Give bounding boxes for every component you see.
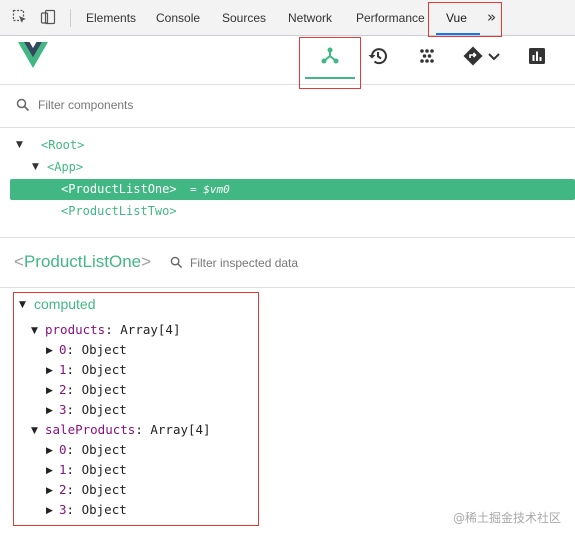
data-row-products[interactable]: products: Array[4] — [45, 320, 181, 340]
data-value: Object — [81, 362, 127, 377]
filter-components-input[interactable] — [38, 96, 338, 114]
data-key: products — [45, 322, 106, 337]
data-value: Object — [81, 342, 127, 357]
section-computed[interactable]: computed — [34, 296, 95, 312]
panel-divider — [0, 237, 575, 238]
data-value: Object — [81, 382, 127, 397]
router-icon[interactable] — [462, 45, 484, 67]
expand-item-arrow[interactable]: ▶ — [46, 506, 53, 516]
data-row-item[interactable]: 3: Object — [59, 500, 127, 520]
tab-performance[interactable]: Performance — [356, 11, 425, 25]
tab-console[interactable]: Console — [156, 11, 200, 25]
inspect-element-icon[interactable] — [12, 9, 28, 25]
vue-toolbar — [0, 37, 575, 85]
expand-item-arrow[interactable]: ▶ — [46, 346, 53, 356]
tree-node-root[interactable]: <Root> — [41, 135, 84, 156]
data-value: Object — [81, 502, 127, 517]
tab-elements[interactable]: Elements — [86, 11, 136, 25]
inspected-component-name: ProductListOne — [23, 252, 142, 271]
data-row-item[interactable]: 0: Object — [59, 340, 127, 360]
vue-logo-icon — [18, 42, 48, 68]
tab-network[interactable]: Network — [288, 11, 332, 25]
data-row-saleproducts[interactable]: saleProducts: Array[4] — [45, 420, 211, 440]
data-key: 2 — [59, 482, 67, 497]
watermark: @稀土掘金技术社区 — [452, 511, 561, 525]
vuex-icon[interactable] — [416, 45, 438, 67]
data-value: Object — [81, 442, 127, 457]
search-icon — [170, 256, 183, 269]
data-value: Array[4] — [150, 422, 211, 437]
data-row-item[interactable]: 2: Object — [59, 480, 127, 500]
data-row-item[interactable]: 1: Object — [59, 460, 127, 480]
device-toolbar-icon[interactable] — [40, 9, 56, 25]
expand-item-arrow[interactable]: ▶ — [46, 446, 53, 456]
data-key: 1 — [59, 462, 67, 477]
expand-item-arrow[interactable]: ▶ — [46, 466, 53, 476]
data-value: Object — [81, 402, 127, 417]
data-value: Object — [81, 482, 127, 497]
expand-app-arrow[interactable]: ▼ — [32, 162, 39, 172]
data-value: Object — [81, 462, 127, 477]
expand-item-arrow[interactable]: ▶ — [46, 486, 53, 496]
vm-reference: = $vm0 — [190, 183, 230, 196]
data-key: 0 — [59, 342, 67, 357]
expand-item-arrow[interactable]: ▶ — [46, 386, 53, 396]
inspected-component-title: <ProductListOne> — [14, 252, 151, 272]
expand-products-arrow[interactable]: ▼ — [31, 326, 38, 336]
history-icon[interactable] — [367, 45, 389, 67]
tab-separator — [70, 9, 71, 27]
title-gt: > — [141, 252, 152, 271]
highlight-box-vue-tab — [428, 2, 502, 37]
data-row-item[interactable]: 0: Object — [59, 440, 127, 460]
data-key: saleProducts — [45, 422, 136, 437]
bar-chart-icon[interactable] — [526, 45, 548, 67]
expand-root-arrow[interactable]: ▼ — [16, 140, 23, 150]
data-row-item[interactable]: 2: Object — [59, 380, 127, 400]
filter-components-bar — [0, 88, 575, 128]
search-icon — [16, 98, 30, 112]
tree-node-productlistone[interactable]: <ProductListOne> = $vm0 — [10, 179, 575, 200]
data-value: Array[4] — [120, 322, 181, 337]
data-key: 3 — [59, 502, 67, 517]
highlight-box-components — [299, 37, 361, 89]
tree-node-app[interactable]: <App> — [47, 157, 83, 178]
expand-saleproducts-arrow[interactable]: ▼ — [31, 426, 38, 436]
tree-node-productlisttwo[interactable]: <ProductListTwo> — [61, 201, 177, 222]
data-key: 3 — [59, 402, 67, 417]
inspector-divider — [0, 287, 575, 288]
tab-sources[interactable]: Sources — [222, 11, 266, 25]
data-row-item[interactable]: 1: Object — [59, 360, 127, 380]
chevron-down-icon[interactable] — [486, 45, 502, 67]
title-lt: < — [14, 252, 24, 271]
expand-item-arrow[interactable]: ▶ — [46, 406, 53, 416]
expand-item-arrow[interactable]: ▶ — [46, 366, 53, 376]
data-row-item[interactable]: 3: Object — [59, 400, 127, 420]
data-key: 1 — [59, 362, 67, 377]
data-key: 0 — [59, 442, 67, 457]
selected-component-label: <ProductListOne> — [61, 182, 177, 196]
filter-inspected-data-input[interactable] — [190, 254, 410, 272]
expand-computed-arrow[interactable]: ▼ — [19, 300, 26, 310]
data-key: 2 — [59, 382, 67, 397]
